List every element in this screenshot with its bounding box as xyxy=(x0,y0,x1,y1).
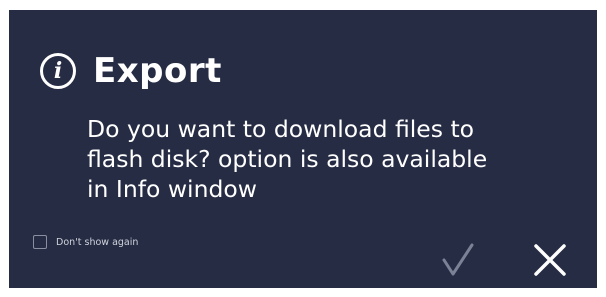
dont-show-again-option[interactable]: Don't show again xyxy=(33,235,138,249)
dialog-title: Export xyxy=(93,51,222,91)
export-dialog: i Export Do you want to download files t… xyxy=(9,10,597,288)
dont-show-again-label: Don't show again xyxy=(56,236,139,248)
close-icon xyxy=(534,244,566,276)
close-button[interactable] xyxy=(532,242,568,278)
info-icon: i xyxy=(40,53,76,89)
message-line: Do you want to download files to xyxy=(87,115,475,143)
dialog-header: i Export xyxy=(40,49,222,93)
message-line: in Info window xyxy=(87,175,257,203)
check-icon xyxy=(442,243,474,276)
dont-show-again-checkbox[interactable] xyxy=(33,235,47,249)
confirm-button[interactable] xyxy=(440,242,476,278)
dialog-message: Do you want to download files to flash d… xyxy=(87,114,587,204)
message-line: flash disk? option is also available xyxy=(87,145,488,173)
